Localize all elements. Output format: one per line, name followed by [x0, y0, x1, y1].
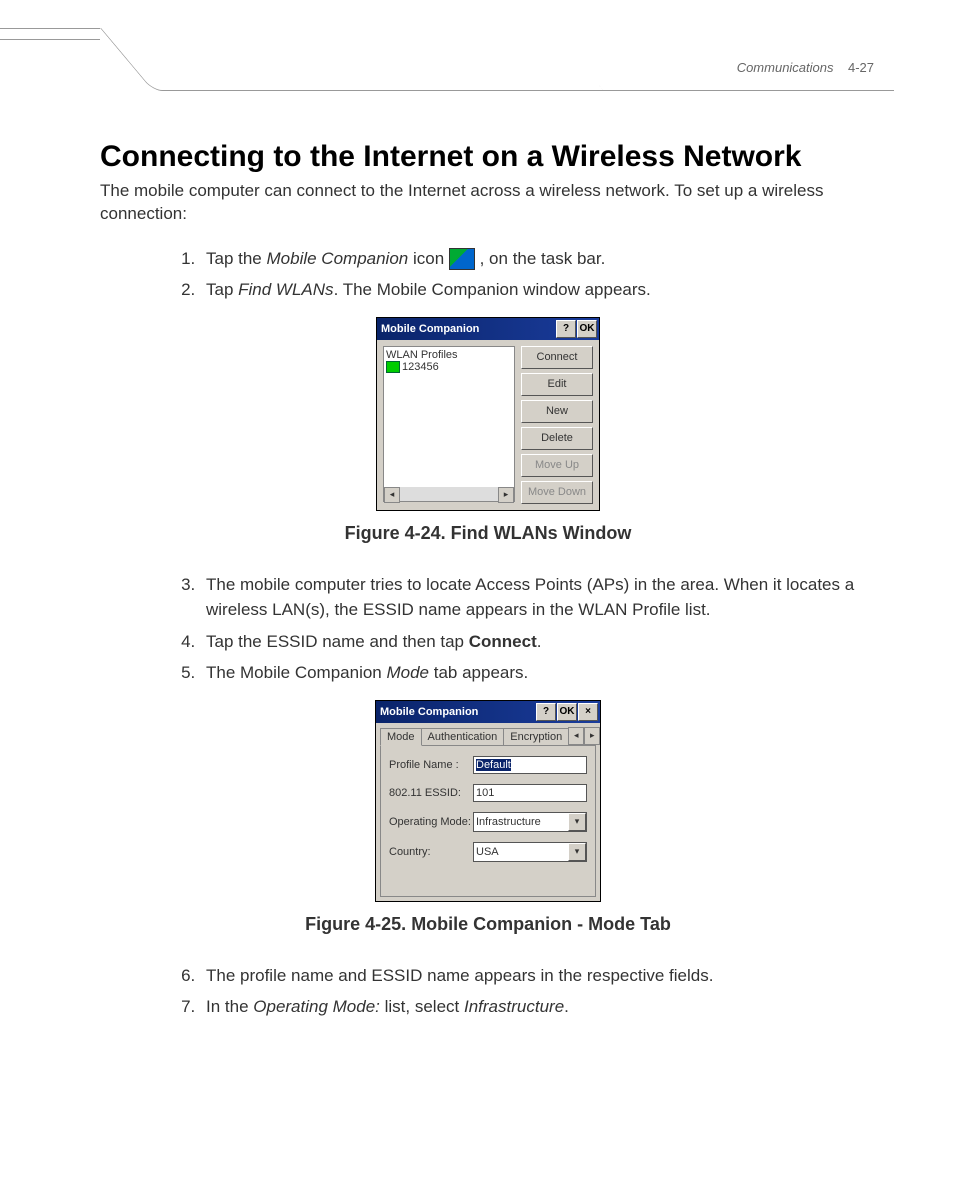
wlan-profiles-listbox[interactable]: WLAN Profiles 123456 ◂ ▸	[383, 346, 515, 502]
profile-name-input[interactable]: Default	[473, 756, 587, 774]
find-wlans-window: Mobile Companion ? OK WLAN Profiles 1234…	[376, 317, 600, 511]
ok-button[interactable]: OK	[557, 703, 577, 721]
profiles-header: WLAN Profiles	[386, 349, 512, 361]
running-header: Communications 4-27	[737, 60, 874, 75]
tab-encryption[interactable]: Encryption	[503, 728, 569, 745]
mode-tab-window: Mobile Companion ? OK × Mode Authenticat…	[375, 700, 601, 902]
delete-button[interactable]: Delete	[521, 427, 593, 450]
intro-text: The mobile computer can connect to the I…	[100, 180, 876, 226]
connect-button[interactable]: Connect	[521, 346, 593, 369]
step-5: The Mobile Companion Mode tab appears.	[200, 660, 876, 686]
titlebar: Mobile Companion ? OK	[377, 318, 599, 340]
ok-button[interactable]: OK	[577, 320, 597, 338]
scroll-right-button[interactable]: ▸	[498, 487, 514, 503]
step-7: In the Operating Mode: list, select Infr…	[200, 994, 876, 1020]
profile-item[interactable]: 123456	[386, 361, 512, 373]
window-title: Mobile Companion	[380, 706, 478, 718]
tab-bar: Mode Authentication Encryption ◂ ▸	[376, 723, 600, 745]
country-label: Country:	[389, 846, 467, 858]
profile-icon	[386, 361, 400, 373]
window-title: Mobile Companion	[381, 323, 479, 335]
header-page: 4-27	[848, 60, 874, 75]
tab-scroll-right[interactable]: ▸	[584, 727, 600, 745]
tab-scroll-left[interactable]: ◂	[568, 727, 584, 745]
close-button[interactable]: ×	[578, 703, 598, 721]
step-3: The mobile computer tries to locate Acce…	[200, 572, 876, 623]
essid-input[interactable]: 101	[473, 784, 587, 802]
header-decoration-left	[0, 28, 100, 40]
new-button[interactable]: New	[521, 400, 593, 423]
h-scrollbar[interactable]: ◂ ▸	[384, 487, 514, 501]
tab-mode[interactable]: Mode	[380, 728, 422, 746]
help-button[interactable]: ?	[536, 703, 556, 721]
page-title: Connecting to the Internet on a Wireless…	[100, 140, 876, 174]
step-4: Tap the ESSID name and then tap Connect.	[200, 629, 876, 655]
dropdown-arrow-icon[interactable]: ▾	[568, 843, 586, 861]
dropdown-arrow-icon[interactable]: ▾	[568, 813, 586, 831]
header-decoration-right	[560, 90, 894, 91]
profile-name-label: Profile Name :	[389, 759, 467, 771]
tab-authentication[interactable]: Authentication	[421, 728, 505, 745]
moveup-button[interactable]: Move Up	[521, 454, 593, 477]
operating-mode-label: Operating Mode:	[389, 816, 467, 828]
scroll-left-button[interactable]: ◂	[384, 487, 400, 503]
mobile-companion-icon	[449, 248, 475, 270]
help-button[interactable]: ?	[556, 320, 576, 338]
essid-label: 802.11 ESSID:	[389, 787, 467, 799]
header-section: Communications	[737, 60, 834, 75]
figure-25-caption: Figure 4-25. Mobile Companion - Mode Tab	[100, 914, 876, 935]
step-1: Tap the Mobile Companion icon , on the t…	[200, 246, 876, 272]
titlebar: Mobile Companion ? OK ×	[376, 701, 600, 723]
step-2: Tap Find WLANs. The Mobile Companion win…	[200, 277, 876, 303]
step-6: The profile name and ESSID name appears …	[200, 963, 876, 989]
figure-24-caption: Figure 4-24. Find WLANs Window	[100, 523, 876, 544]
movedown-button[interactable]: Move Down	[521, 481, 593, 504]
edit-button[interactable]: Edit	[521, 373, 593, 396]
header-decoration-curve	[100, 28, 604, 91]
